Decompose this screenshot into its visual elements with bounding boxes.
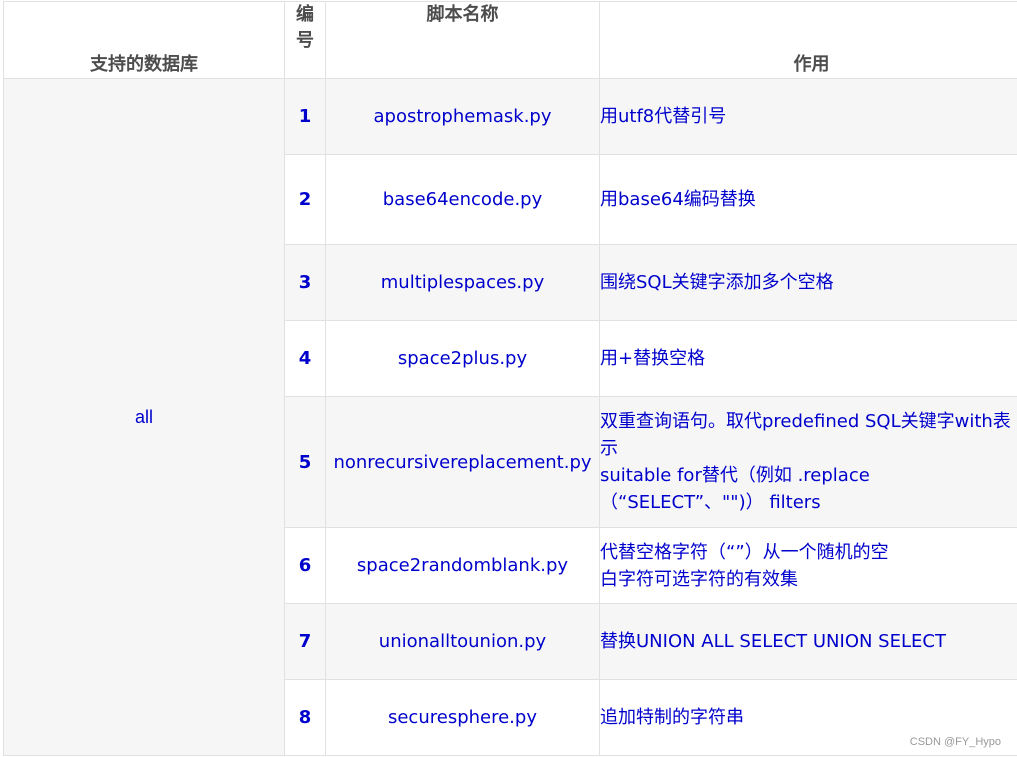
row-number: 6 <box>284 527 326 604</box>
usage-line: 追加特制的字符串 <box>600 707 744 728</box>
usage-cell: 代替空格字符（“”）从一个随机的空 白字符可选字符的有效集 <box>599 527 1017 604</box>
header-number: 编号 <box>284 1 326 79</box>
usage-cell: 用+替换空格 <box>599 320 1017 397</box>
usage-cell: 替换UNION ALL SELECT UNION SELECT <box>599 603 1017 680</box>
script-name: unionalltounion.py <box>325 603 600 680</box>
header-supported-database: 支持的数据库 <box>3 1 285 79</box>
script-name: space2plus.py <box>325 320 600 397</box>
header-number-text: 编号 <box>296 4 314 51</box>
database-cell: all <box>3 78 285 756</box>
row-number: 8 <box>284 679 326 756</box>
row-number: 4 <box>284 320 326 397</box>
header-row: 支持的数据库 编号 脚本名称 作用 <box>3 1 1017 79</box>
usage-line: （“SELECT”、"")） filters <box>600 492 821 513</box>
tamper-script-table: 支持的数据库 编号 脚本名称 作用 all 1 apostrophemask.py 用… <box>3 1 1017 756</box>
row-number: 3 <box>284 244 326 321</box>
script-name: nonrecursivereplacement.py <box>325 396 600 528</box>
usage-cell: 用utf8代替引号 <box>599 78 1017 155</box>
usage-line: 用base64编码替换 <box>600 189 756 210</box>
usage-line: 双重查询语句。取代predefined SQL关键字with表 <box>600 411 1011 432</box>
header-script-name: 脚本名称 <box>325 1 600 79</box>
usage-cell: 围绕SQL关键字添加多个空格 <box>599 244 1017 321</box>
script-name: apostrophemask.py <box>325 78 600 155</box>
usage-cell: 双重查询语句。取代predefined SQL关键字with表示 suitable… <box>599 396 1017 528</box>
usage-cell: 用base64编码替换 <box>599 154 1017 245</box>
usage-line: suitable for替代（例如 .replace <box>600 465 870 486</box>
usage-line: 用+替换空格 <box>600 348 706 369</box>
usage-line: 示 <box>600 438 618 459</box>
script-name: base64encode.py <box>325 154 600 245</box>
row-number: 1 <box>284 78 326 155</box>
script-name: space2randomblank.py <box>325 527 600 604</box>
table-body: all 1 apostrophemask.py 用utf8代替引号 2 base64enc… <box>3 78 1017 756</box>
row-number: 7 <box>284 603 326 680</box>
usage-line: 围绕SQL关键字添加多个空格 <box>600 272 834 293</box>
row-number: 2 <box>284 154 326 245</box>
script-name: multiplespaces.py <box>325 244 600 321</box>
usage-line: 代替空格字符（“”）从一个随机的空 <box>600 541 889 563</box>
header-usage: 作用 <box>599 1 1017 79</box>
row-number: 5 <box>284 396 326 528</box>
csdn-watermark: CSDN @FY_Hypo <box>909 736 1001 748</box>
script-name: securesphere.py <box>325 679 600 756</box>
table-row: all 1 apostrophemask.py 用utf8代替引号 <box>3 78 1017 756</box>
usage-line: 白字符可选字符的有效集 <box>600 568 798 590</box>
usage-line: 替换UNION ALL SELECT UNION SELECT <box>600 631 946 652</box>
usage-line: 用utf8代替引号 <box>600 106 727 127</box>
